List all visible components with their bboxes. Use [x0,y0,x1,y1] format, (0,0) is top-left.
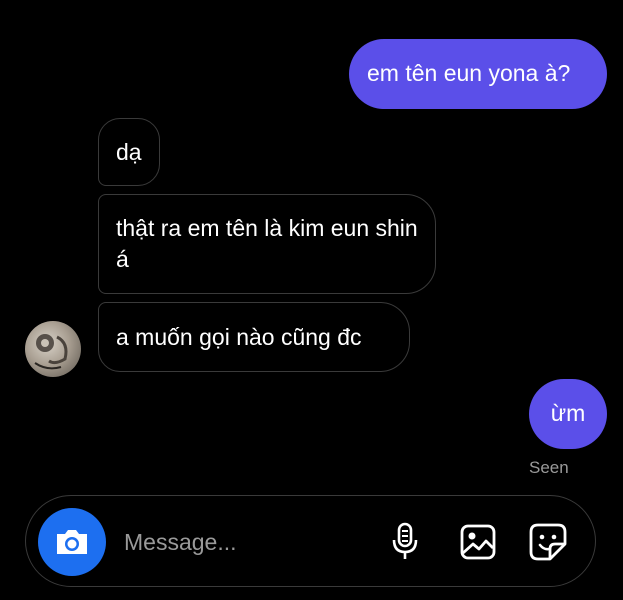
message-incoming[interactable]: dạ [98,118,160,186]
sticker-button[interactable] [526,520,570,564]
avatar-image [34,334,68,370]
message-incoming[interactable]: thật ra em tên là kim eun shin á [98,194,436,294]
voice-message-button[interactable] [383,520,427,564]
message-incoming[interactable]: a muốn gọi nào cũng đc [98,302,410,372]
camera-button[interactable] [38,508,106,576]
message-text: em tên eun yona à? [367,60,571,86]
message-text: thật ra em tên là kim eun shin á [116,215,418,272]
message-text: ừm [550,400,586,426]
message-outgoing[interactable]: ừm [529,379,607,449]
image-icon [460,524,496,560]
message-text: a muốn gọi nào cũng đc [116,324,362,350]
message-text: dạ [116,139,142,165]
seen-status: Seen [529,458,569,477]
camera-icon [57,530,87,554]
microphone-icon [392,522,418,559]
sender-avatar[interactable] [25,321,81,377]
gallery-button[interactable] [456,520,500,564]
message-input[interactable] [124,525,364,559]
message-outgoing[interactable]: em tên eun yona à? [349,39,607,109]
sticker-icon [529,523,567,561]
